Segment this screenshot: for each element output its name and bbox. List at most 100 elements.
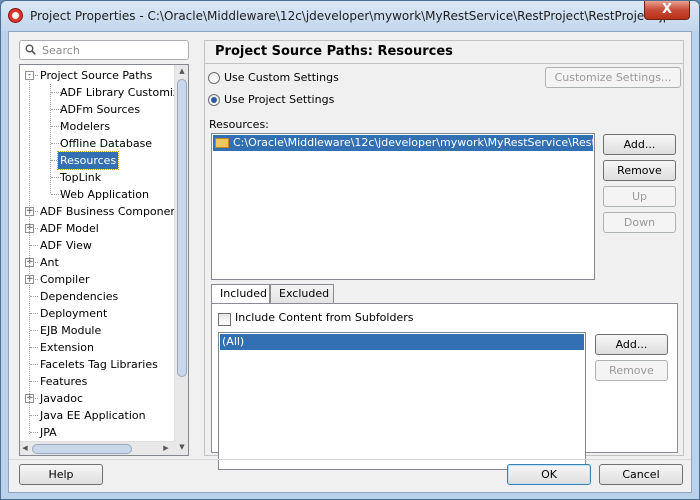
tree-item-label: Deployment	[40, 307, 108, 320]
tree-item[interactable]: EJB Module	[20, 322, 175, 339]
tree-item-label: Modelers	[60, 120, 111, 133]
scroll-left-arrow-icon[interactable]: ◀	[20, 444, 30, 452]
included-tab-panel: Include Content from Subfolders (All) Ad…	[211, 303, 678, 470]
tree-vertical-scrollbar[interactable]: ▲ ▼	[174, 65, 188, 455]
tree-guide-line	[50, 84, 51, 193]
add-included-button[interactable]: Add...	[595, 334, 668, 355]
scroll-up-arrow-icon[interactable]: ▲	[175, 67, 188, 75]
resources-panel: Project Source Paths: Resources Use Cust…	[204, 40, 684, 470]
resources-list[interactable]: C:\Oracle\Middleware\12c\jdeveloper\mywo…	[211, 133, 595, 280]
tree-item-label: Features	[40, 375, 88, 388]
tree-item-label: ADF Library Customizati	[60, 86, 189, 99]
tree-item[interactable]: + ADF Business Components	[20, 203, 187, 220]
tree-item-label: Java EE Application	[40, 409, 146, 422]
panel-title: Project Source Paths: Resources	[215, 44, 453, 59]
tree-item[interactable]: - Project Source Paths	[20, 67, 175, 84]
tree-guide-line	[30, 296, 38, 297]
oracle-app-icon	[8, 8, 23, 23]
dialog-body: JPA Java EE Application +Javadoc Features Fa…	[8, 31, 692, 493]
tree-item-label: Compiler	[40, 273, 90, 286]
tree-item-label: JPA	[40, 426, 57, 439]
radio-button[interactable]	[208, 72, 220, 84]
tree-item-label: Project Source Paths	[40, 69, 153, 82]
scroll-right-arrow-icon[interactable]: ▶	[161, 444, 171, 452]
tree-item-label: Ant	[40, 256, 59, 269]
tree-item-label: Resources	[56, 151, 120, 170]
tree-guide-line	[30, 415, 38, 416]
tree-guide-line	[29, 77, 30, 434]
radio-button[interactable]	[208, 94, 220, 106]
tree-item-label: Javadoc	[40, 392, 83, 405]
tree-item[interactable]: ADF View	[20, 237, 175, 254]
tree-item-label: Dependencies	[40, 290, 119, 303]
ok-button[interactable]: OK	[507, 464, 591, 485]
scroll-thumb[interactable]	[32, 444, 132, 454]
included-list[interactable]: (All)	[218, 332, 586, 470]
settings-tree[interactable]: JPA Java EE Application + Javadoc Features Fa…	[19, 64, 189, 456]
tree-item[interactable]: + Javadoc	[20, 390, 175, 407]
tree-item-label: ADF View	[40, 239, 92, 252]
tree-item-label: Offline Database	[60, 137, 153, 150]
search-icon	[25, 44, 36, 55]
title-bar[interactable]: Project Properties - C:\Oracle\Middlewar…	[1, 1, 699, 31]
customize-settings-button[interactable]: Customize Settings...	[545, 67, 681, 88]
tree-item[interactable]: TopLink	[20, 169, 175, 186]
tree-item[interactable]: Dependencies	[20, 288, 175, 305]
tree-guide-line	[30, 330, 38, 331]
tree-item-label: TopLink	[60, 171, 102, 184]
close-button[interactable]: X	[644, 1, 690, 20]
remove-resource-button[interactable]: Remove	[603, 160, 676, 181]
tree-item[interactable]: ADFm Sources	[20, 101, 175, 118]
tree-item-label: Facelets Tag Libraries	[40, 358, 158, 371]
tree-guide-line	[30, 245, 38, 246]
add-resource-button[interactable]: Add...	[603, 134, 676, 155]
include-subfolders-checkbox[interactable]	[218, 313, 231, 326]
tree-item[interactable]: Features	[20, 373, 175, 390]
resources-label: Resources:	[209, 118, 269, 131]
include-subfolders-label: Include Content from Subfolders	[235, 311, 414, 324]
tree-item[interactable]: ADF Library Customizati	[20, 84, 188, 101]
tree-item[interactable]: Java EE Application	[20, 407, 175, 424]
remove-included-button[interactable]: Remove	[595, 360, 668, 381]
tree-item[interactable]: Offline Database	[20, 135, 175, 152]
search-input[interactable]	[42, 43, 182, 57]
search-box[interactable]	[19, 40, 189, 60]
tree-item[interactable]: Facelets Tag Libraries	[20, 356, 175, 373]
tree-item[interactable]: Resources	[20, 151, 175, 170]
tree-guide-line	[30, 313, 38, 314]
divider	[205, 63, 683, 64]
move-up-button[interactable]: Up	[603, 186, 676, 207]
tree-item[interactable]: JPA	[20, 424, 175, 441]
window-title: Project Properties - C:\Oracle\Middlewar…	[30, 9, 676, 23]
folder-icon	[215, 138, 229, 148]
tree-item-label: EJB Module	[40, 324, 102, 337]
tree-item-label: ADFm Sources	[60, 103, 141, 116]
tree-item[interactable]: + Ant	[20, 254, 175, 271]
tree-item-label: Extension	[40, 341, 95, 354]
tree-item[interactable]: Extension	[20, 339, 175, 356]
project-properties-window: Project Properties - C:\Oracle\Middlewar…	[0, 0, 700, 500]
move-down-button[interactable]: Down	[603, 212, 676, 233]
tab-included[interactable]: Included	[211, 284, 270, 304]
footer-divider	[9, 459, 691, 460]
tree-item[interactable]: Deployment	[20, 305, 175, 322]
tree-item[interactable]: Modelers	[20, 118, 175, 135]
list-item[interactable]: C:\Oracle\Middleware\12c\jdeveloper\mywo…	[213, 135, 594, 151]
tree-item-label: ADF Business Components	[40, 205, 188, 218]
tree-item[interactable]: + ADF Model	[20, 220, 175, 237]
tree-guide-line	[30, 381, 38, 382]
tree-guide-line	[30, 347, 38, 348]
tree-item[interactable]: + Compiler	[20, 271, 175, 288]
scroll-thumb[interactable]	[177, 79, 187, 377]
scroll-down-arrow-icon[interactable]: ▼	[175, 443, 188, 451]
list-item[interactable]: (All)	[220, 334, 584, 350]
help-button[interactable]: Help	[19, 464, 103, 485]
tree-item-label: ADF Model	[40, 222, 99, 235]
tree-guide-line	[30, 432, 38, 433]
tree-item-label: Web Application	[60, 188, 149, 201]
cancel-button[interactable]: Cancel	[599, 464, 683, 485]
tab-excluded[interactable]: Excluded	[270, 284, 334, 303]
tree-horizontal-scrollbar[interactable]: ◀ ▶	[20, 441, 175, 455]
tree-guide-line	[30, 364, 38, 365]
tree-item[interactable]: Web Application	[20, 186, 175, 203]
